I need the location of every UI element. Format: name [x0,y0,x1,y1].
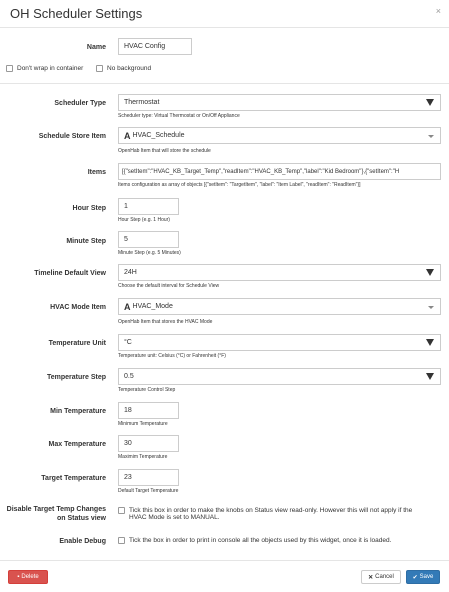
close-icon[interactable]: × [436,6,441,16]
chevron-down-icon [426,373,434,380]
schedule-store-item-label: Schedule Store Item [38,133,106,140]
string-type-icon: A [124,130,131,141]
items-input[interactable]: [{"setItem":"HVAC_KB_Target_Temp","readI… [118,163,441,180]
enable-debug-label: Enable Debug [59,538,106,545]
enable-debug-option[interactable]: Tick the box in order to print in consol… [118,537,391,544]
temperature-unit-select[interactable]: °C [118,334,441,351]
chevron-down-icon [428,135,434,138]
timeline-default-view-value: 24H [124,269,137,276]
no-wrap-checkbox[interactable] [6,65,13,72]
max-temperature-label: Max Temperature [48,441,106,448]
no-background-checkbox[interactable] [96,65,103,72]
scheduler-type-value: Thermostat [124,99,160,106]
timeline-default-view-label: Timeline Default View [34,270,106,277]
timeline-default-view-help: Choose the default interval for Schedule… [118,283,220,289]
timeline-default-view-select[interactable]: 24H [118,264,441,281]
temperature-step-value: 0.5 [124,373,134,380]
disable-target-temp-checkbox[interactable] [118,507,125,514]
disable-target-temp-text-1: Tick this box in order to make the knobs… [129,507,413,514]
min-temperature-input[interactable]: 18 [118,402,179,419]
chevron-down-icon [426,339,434,346]
no-background-option[interactable]: No background [96,65,151,72]
items-label: Items [87,169,106,176]
temperature-unit-label: Temperature Unit [48,340,106,347]
temperature-step-help: Temperature Control Step [118,387,176,393]
no-wrap-option[interactable]: Don't wrap in container [6,65,83,72]
delete-button[interactable]: ▪ Delete [8,570,48,584]
scheduler-type-select[interactable]: Thermostat [118,94,441,111]
no-background-label: No background [107,65,152,72]
max-temperature-input[interactable]: 30 [118,435,179,452]
string-type-icon: A [124,301,131,312]
scheduler-type-help: Scheduler type: Virtual Thermostat or On… [118,113,240,119]
hour-step-label: Hour Step [72,205,106,212]
min-temperature-help: Minimum Temperature [118,421,168,427]
cancel-button[interactable]: ✕ Cancel [361,570,401,584]
check-icon: ✔ [412,574,418,581]
temperature-unit-help: Temperature unit: Celsius (°C) or Fahren… [118,353,226,359]
max-temperature-help: Maximim Temperature [118,454,168,460]
disable-target-temp-label: Disable Target Temp Changes on Status vi… [6,506,106,522]
temperature-step-select[interactable]: 0.5 [118,368,441,385]
minute-step-help: Minute Step (e.g. 5 Minutes) [118,250,181,256]
target-temperature-label: Target Temperature [41,475,106,482]
no-wrap-label: Don't wrap in container [17,65,84,72]
schedule-store-item-value: HVAC_Schedule [132,132,185,139]
close-icon: ✕ [368,574,374,581]
dialog-body: Name HVAC Config Don't wrap in container… [0,29,449,560]
items-help: Items configuration as array of objects … [118,182,361,188]
min-temperature-label: Min Temperature [50,408,106,415]
target-temperature-input[interactable]: 23 [118,469,179,486]
divider [0,83,449,84]
hour-step-input[interactable]: 1 [118,198,179,215]
target-temperature-help: Default Target Temperature [118,488,179,494]
hour-step-help: Hour Step (e.g. 1 Hour) [118,217,170,223]
temperature-unit-value: °C [124,339,132,346]
dialog-header: OH Scheduler Settings × [0,0,449,28]
schedule-store-item-help: OpenHab Item that will store the schedul… [118,148,211,154]
enable-debug-text: Tick the box in order to print in consol… [129,537,392,544]
hvac-mode-item-help: OpenHab Item that stores the HVAC Mode [118,319,213,325]
schedule-store-item-select[interactable]: A HVAC_Schedule [118,127,441,144]
settings-dialog: OH Scheduler Settings × Name HVAC Config… [0,0,449,592]
scheduler-type-label: Scheduler Type [54,100,106,107]
minute-step-label: Minute Step [66,238,106,245]
chevron-down-icon [426,269,434,276]
dialog-footer: ▪ Delete ✕ Cancel ✔ Save [0,560,449,592]
trash-icon: ▪ [17,574,20,580]
dialog-title: OH Scheduler Settings [10,6,143,21]
hvac-mode-item-select[interactable]: A HVAC_Mode [118,298,441,315]
hvac-mode-item-label: HVAC Mode Item [50,304,106,311]
enable-debug-checkbox[interactable] [118,537,125,544]
disable-target-temp-text-2: HVAC Mode is set to MANUAL. [129,514,220,521]
temperature-step-label: Temperature Step [47,374,106,381]
hvac-mode-item-value: HVAC_Mode [132,303,173,310]
chevron-down-icon [426,99,434,106]
minute-step-input[interactable]: 5 [118,231,179,248]
disable-target-temp-option[interactable]: Tick this box in order to make the knobs… [118,507,412,521]
name-input[interactable]: HVAC Config [118,38,192,55]
chevron-down-icon [428,306,434,309]
save-button[interactable]: ✔ Save [406,570,440,584]
name-label: Name [86,44,106,51]
